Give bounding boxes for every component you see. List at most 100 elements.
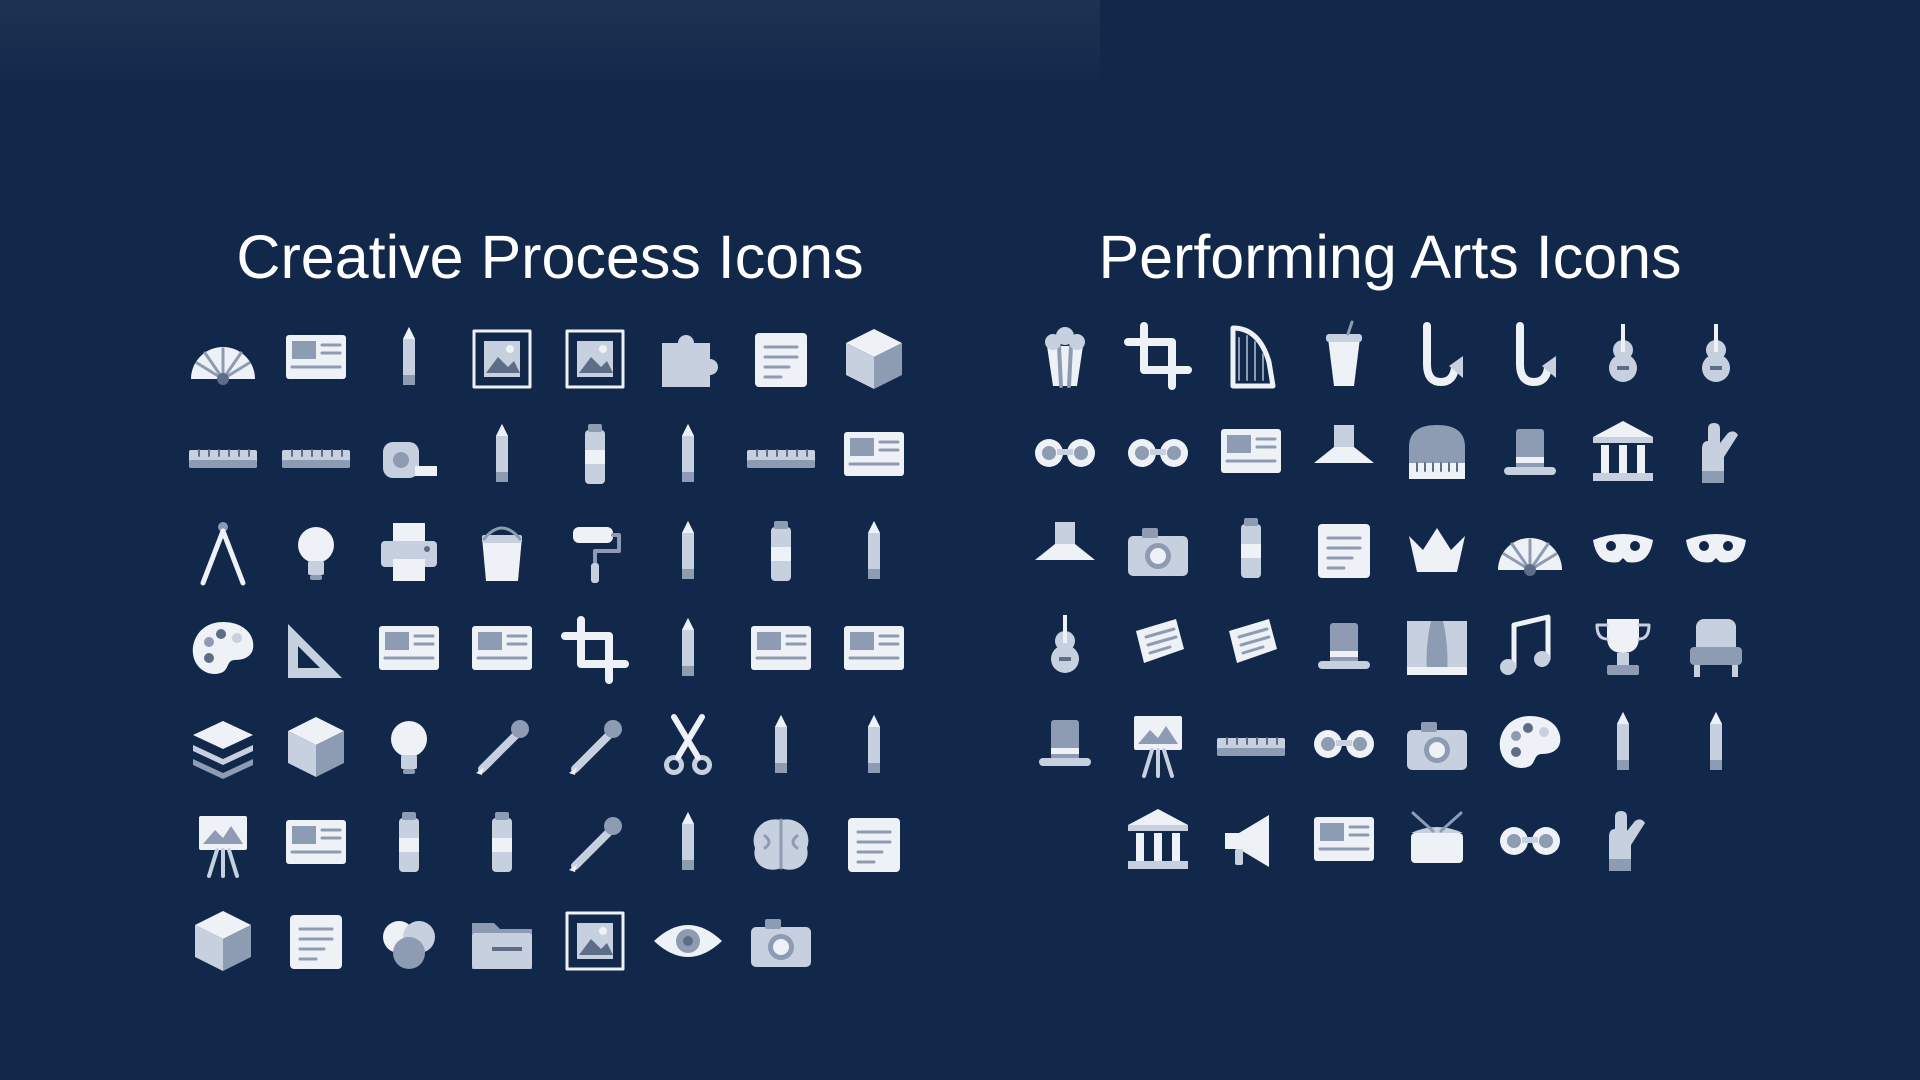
paintbrush-icon: [641, 407, 734, 504]
cinema-screen-icon: [1204, 404, 1297, 501]
microphone-icon: [1111, 307, 1204, 404]
tape-dispenser-icon: [362, 310, 455, 407]
opera-glasses-icon: [1111, 404, 1204, 501]
icon-row: [176, 504, 920, 601]
3d-glasses-icon: [1297, 695, 1390, 792]
handheld-mic-icon: [1576, 792, 1669, 889]
graphics-tablet-icon: [827, 601, 920, 698]
synthesizer-icon: [1204, 695, 1297, 792]
crop-icon: [548, 601, 641, 698]
cube-icon: [827, 310, 920, 407]
feather-icon: [455, 407, 548, 504]
video-player-icon: [1297, 792, 1390, 889]
floor-plan-icon: [827, 407, 920, 504]
icon-row: [1018, 307, 1762, 404]
glasses-mustache-icon: [1018, 404, 1111, 501]
theatre-seat-icon: [1669, 598, 1762, 695]
trumpet-icon: [1483, 307, 1576, 404]
clapping-hands-icon: [1669, 404, 1762, 501]
guitar-icon: [1669, 307, 1762, 404]
carnival-mask-icon: [1576, 501, 1669, 598]
magic-hat-icon: [1483, 404, 1576, 501]
keyboard-blueprint-icon: [734, 407, 827, 504]
ruler-icon: [176, 407, 269, 504]
set-square-icon: [269, 601, 362, 698]
compass-tool-icon: [176, 504, 269, 601]
camera-icon: [734, 892, 827, 989]
quill-icon: [1576, 695, 1669, 792]
magic-wand-icon: [548, 698, 641, 795]
checklist-icon: [269, 892, 362, 989]
icon-row: [1018, 501, 1762, 598]
ballet-tutu-icon: [1297, 404, 1390, 501]
icon-row: [176, 795, 920, 892]
tape-measure-icon: [362, 407, 455, 504]
violin-icon: [1576, 307, 1669, 404]
mind-idea-icon: [269, 504, 362, 601]
spray-can-icon: [455, 795, 548, 892]
photo-camera-icon: [1390, 695, 1483, 792]
layers-icon: [176, 698, 269, 795]
ticket-icon: [1204, 598, 1297, 695]
creative-process-title: Creative Process Icons: [236, 223, 864, 291]
color-swatches-icon: [269, 795, 362, 892]
open-book-icon: [1669, 695, 1762, 792]
scissors-icon: [641, 698, 734, 795]
search-image-icon: [548, 892, 641, 989]
icon-row: [1018, 404, 1762, 501]
color-mix-icon: [362, 892, 455, 989]
stage-curtain-icon: [1390, 598, 1483, 695]
presentation-board-icon: [269, 310, 362, 407]
top-hat-icon: [1297, 598, 1390, 695]
icon-row: [1018, 695, 1762, 792]
script-icon: [1297, 501, 1390, 598]
palette-icon: [176, 601, 269, 698]
creative-process-icon-grid: [176, 310, 920, 989]
paint-palette-icon: [1483, 695, 1576, 792]
electric-guitar-icon: [1018, 598, 1111, 695]
icon-row: [176, 892, 920, 989]
soda-cup-icon: [1297, 307, 1390, 404]
utility-knife-icon: [548, 795, 641, 892]
airbrush-icon: [641, 601, 734, 698]
megaphone-icon: [1204, 792, 1297, 889]
tube-icon: [362, 795, 455, 892]
icon-row: [176, 407, 920, 504]
paint-roller-icon: [548, 504, 641, 601]
vip-ticket-icon: [1111, 598, 1204, 695]
browser-window-icon: [455, 601, 548, 698]
lightbulb-icon: [362, 698, 455, 795]
film-camera-icon: [1111, 501, 1204, 598]
brush-icon: [641, 504, 734, 601]
harp-icon: [1204, 307, 1297, 404]
easel-painting-icon: [1111, 695, 1204, 792]
icon-row: [1018, 792, 1762, 889]
header-sheen: [0, 0, 1100, 90]
text-tool-icon: [455, 310, 548, 407]
crayon-box-icon: [269, 698, 362, 795]
binoculars-icon: [1483, 792, 1576, 889]
performing-arts-icon-grid: [1018, 307, 1762, 889]
swatch-tray-icon: [734, 601, 827, 698]
museum-icon: [1111, 792, 1204, 889]
pencil-icon: [827, 504, 920, 601]
popcorn-icon: [1018, 307, 1111, 404]
caliper-icon: [269, 407, 362, 504]
saxophone-icon: [1390, 307, 1483, 404]
mask-on-stick-icon: [1204, 501, 1297, 598]
puzzle-icon: [641, 310, 734, 407]
hand-pen-icon: [734, 698, 827, 795]
image-frame-icon: [548, 310, 641, 407]
icon-row: [176, 601, 920, 698]
paint-bucket-icon: [455, 504, 548, 601]
column-icon: [1576, 404, 1669, 501]
pencil-upright-icon: [641, 795, 734, 892]
theatre-masks-icon: [1669, 501, 1762, 598]
sketchpad-icon: [827, 795, 920, 892]
brain-icon: [734, 795, 827, 892]
box-3d-icon: [176, 892, 269, 989]
ballet-shoe-icon: [1018, 501, 1111, 598]
printer-icon: [362, 504, 455, 601]
drum-icon: [1390, 792, 1483, 889]
paint-tube-icon: [548, 407, 641, 504]
